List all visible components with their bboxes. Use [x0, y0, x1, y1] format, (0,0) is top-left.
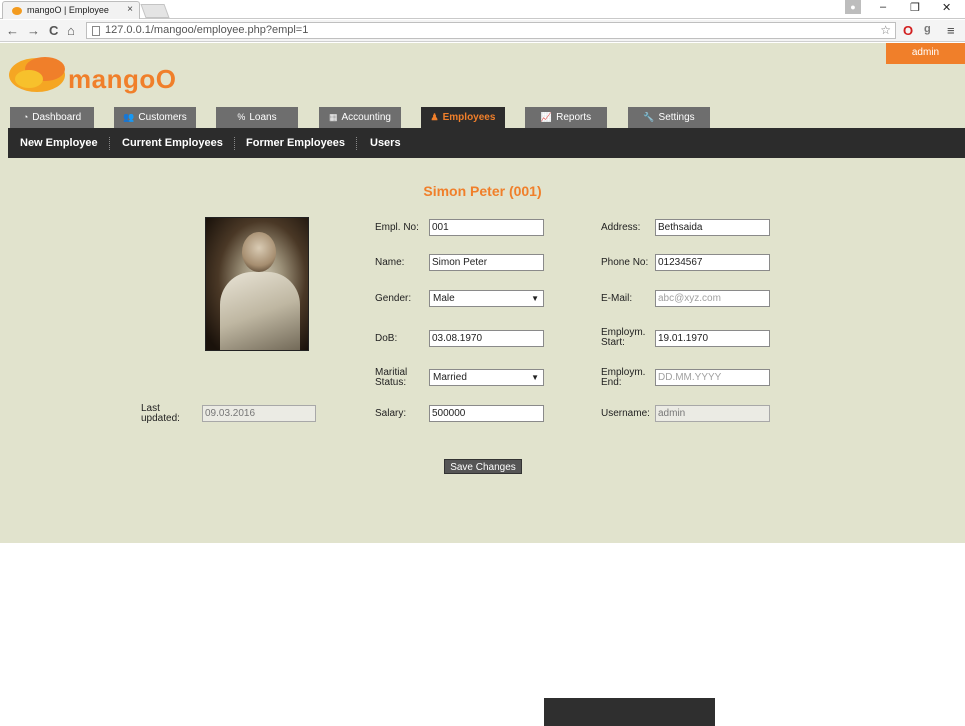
- tab-label: Loans: [249, 112, 277, 123]
- tab-label: Reports: [556, 112, 592, 123]
- subnav-current-employees[interactable]: Current Employees: [122, 137, 223, 149]
- tab-label: Accounting: [341, 112, 391, 123]
- admin-user-button[interactable]: admin: [886, 43, 965, 64]
- browser-toolbar: ← → C ⌂ 127.0.0.1/mangoo/employee.php?em…: [0, 20, 965, 42]
- menu-icon[interactable]: ≡: [947, 23, 955, 38]
- employment-start-input[interactable]: 19.01.1970: [655, 330, 770, 347]
- page-title: Simon Peter (001): [423, 183, 542, 199]
- salary-input[interactable]: 500000: [429, 405, 544, 422]
- gender-value: Male: [433, 293, 455, 304]
- subnav-former-employees[interactable]: Former Employees: [246, 137, 345, 149]
- username-field: admin: [655, 405, 770, 422]
- dark-overlay-bar: [544, 698, 715, 726]
- subnav-divider: [234, 137, 235, 150]
- tab-settings[interactable]: 🔧 Settings: [628, 107, 710, 128]
- tab-label: Settings: [658, 112, 695, 123]
- extension-icon[interactable]: g: [924, 23, 931, 35]
- wrench-icon: 🔧: [643, 112, 655, 122]
- marital-status-label: Maritial Status:: [375, 367, 408, 388]
- dob-label: DoB:: [375, 333, 398, 344]
- mango-logo-icon: [9, 57, 65, 92]
- empl-no-input[interactable]: 001: [429, 219, 544, 236]
- employment-end-label: Employm. End:: [601, 367, 646, 388]
- chart-icon: 📈: [540, 112, 553, 122]
- email-label: E-Mail:: [601, 293, 633, 304]
- tab-reports[interactable]: 📈 Reports: [525, 107, 607, 128]
- chevron-down-icon: ▼: [531, 294, 539, 303]
- employee-photo: [205, 217, 309, 351]
- salary-label: Salary:: [375, 408, 407, 419]
- profile-icon[interactable]: ●: [845, 0, 861, 14]
- tab-title: mangoO | Employee: [27, 5, 109, 15]
- person-icon: ♟: [430, 112, 439, 122]
- mango-favicon-icon: [12, 7, 22, 15]
- marital-status-value: Married: [433, 372, 467, 383]
- screen: mangoO | Employee × ● – ❐ ✕ ← → C ⌂ 127.…: [0, 0, 965, 726]
- tab-employees[interactable]: ♟ Employees: [421, 107, 505, 128]
- subnav-new-employee[interactable]: New Employee: [20, 137, 98, 149]
- last-updated-label: Last updated:: [141, 403, 180, 424]
- reload-icon[interactable]: C: [49, 23, 58, 38]
- address-label: Address:: [601, 222, 641, 233]
- phone-label: Phone No:: [601, 257, 649, 268]
- app-page: admin mangoO ◔ Dashboard 👥 Customers % Loan…: [0, 43, 965, 543]
- save-changes-button[interactable]: Save Changes: [444, 459, 522, 474]
- tab-label: Dashboard: [32, 112, 82, 123]
- dob-input[interactable]: 03.08.1970: [429, 330, 544, 347]
- browser-tab[interactable]: mangoO | Employee ×: [2, 1, 140, 19]
- home-icon[interactable]: ⌂: [67, 23, 75, 38]
- sub-navigation: New Employee Current Employees Former Em…: [8, 128, 965, 158]
- logo-text: mangoO: [68, 64, 177, 94]
- dashboard-icon: ◔: [22, 112, 29, 122]
- gender-select[interactable]: Male ▼: [429, 290, 544, 307]
- subnav-divider: [109, 137, 110, 150]
- tab-label: Employees: [442, 112, 496, 123]
- employment-start-label: Employm. Start:: [601, 327, 646, 348]
- subnav-divider: [356, 137, 357, 150]
- close-window-button[interactable]: ✕: [942, 1, 951, 14]
- last-updated-field: 09.03.2016: [202, 405, 316, 422]
- calculator-icon: ▦: [329, 112, 338, 122]
- users-icon: 👥: [123, 112, 135, 122]
- minimize-button[interactable]: –: [880, 1, 886, 13]
- restore-button[interactable]: ❐: [910, 1, 920, 14]
- url-text: 127.0.0.1/mangoo/employee.php?empl=1: [105, 24, 309, 36]
- subnav-users[interactable]: Users: [370, 137, 401, 149]
- tab-dashboard[interactable]: ◔ Dashboard: [10, 107, 94, 128]
- new-tab-button[interactable]: [140, 4, 170, 18]
- tab-customers[interactable]: 👥 Customers: [114, 107, 196, 128]
- marital-status-select[interactable]: Married ▼: [429, 369, 544, 386]
- tab-accounting[interactable]: ▦ Accounting: [319, 107, 401, 128]
- browser-titlebar: mangoO | Employee × ● – ❐ ✕: [0, 0, 965, 19]
- forward-icon[interactable]: →: [27, 23, 40, 38]
- photo-head: [242, 232, 276, 272]
- tab-label: Customers: [138, 112, 187, 123]
- opera-icon[interactable]: O: [903, 23, 913, 38]
- name-input[interactable]: Simon Peter: [429, 254, 544, 271]
- empl-no-label: Empl. No:: [375, 222, 419, 233]
- tab-close-icon[interactable]: ×: [127, 4, 133, 15]
- address-bar[interactable]: 127.0.0.1/mangoo/employee.php?empl=1 ☆: [86, 22, 896, 39]
- username-label: Username:: [601, 408, 650, 419]
- bookmark-star-icon[interactable]: ☆: [880, 23, 891, 37]
- gender-label: Gender:: [375, 293, 412, 304]
- email-input[interactable]: abc@xyz.com: [655, 290, 770, 307]
- page-icon: [92, 26, 100, 36]
- back-icon[interactable]: ←: [6, 23, 19, 38]
- percent-icon: %: [237, 112, 246, 122]
- phone-input[interactable]: 01234567: [655, 254, 770, 271]
- tab-loans[interactable]: % Loans: [216, 107, 298, 128]
- photo-robe: [220, 272, 300, 350]
- chevron-down-icon: ▼: [531, 373, 539, 382]
- employment-end-input[interactable]: DD.MM.YYYY: [655, 369, 770, 386]
- address-input[interactable]: Bethsaida: [655, 219, 770, 236]
- name-label: Name:: [375, 257, 405, 268]
